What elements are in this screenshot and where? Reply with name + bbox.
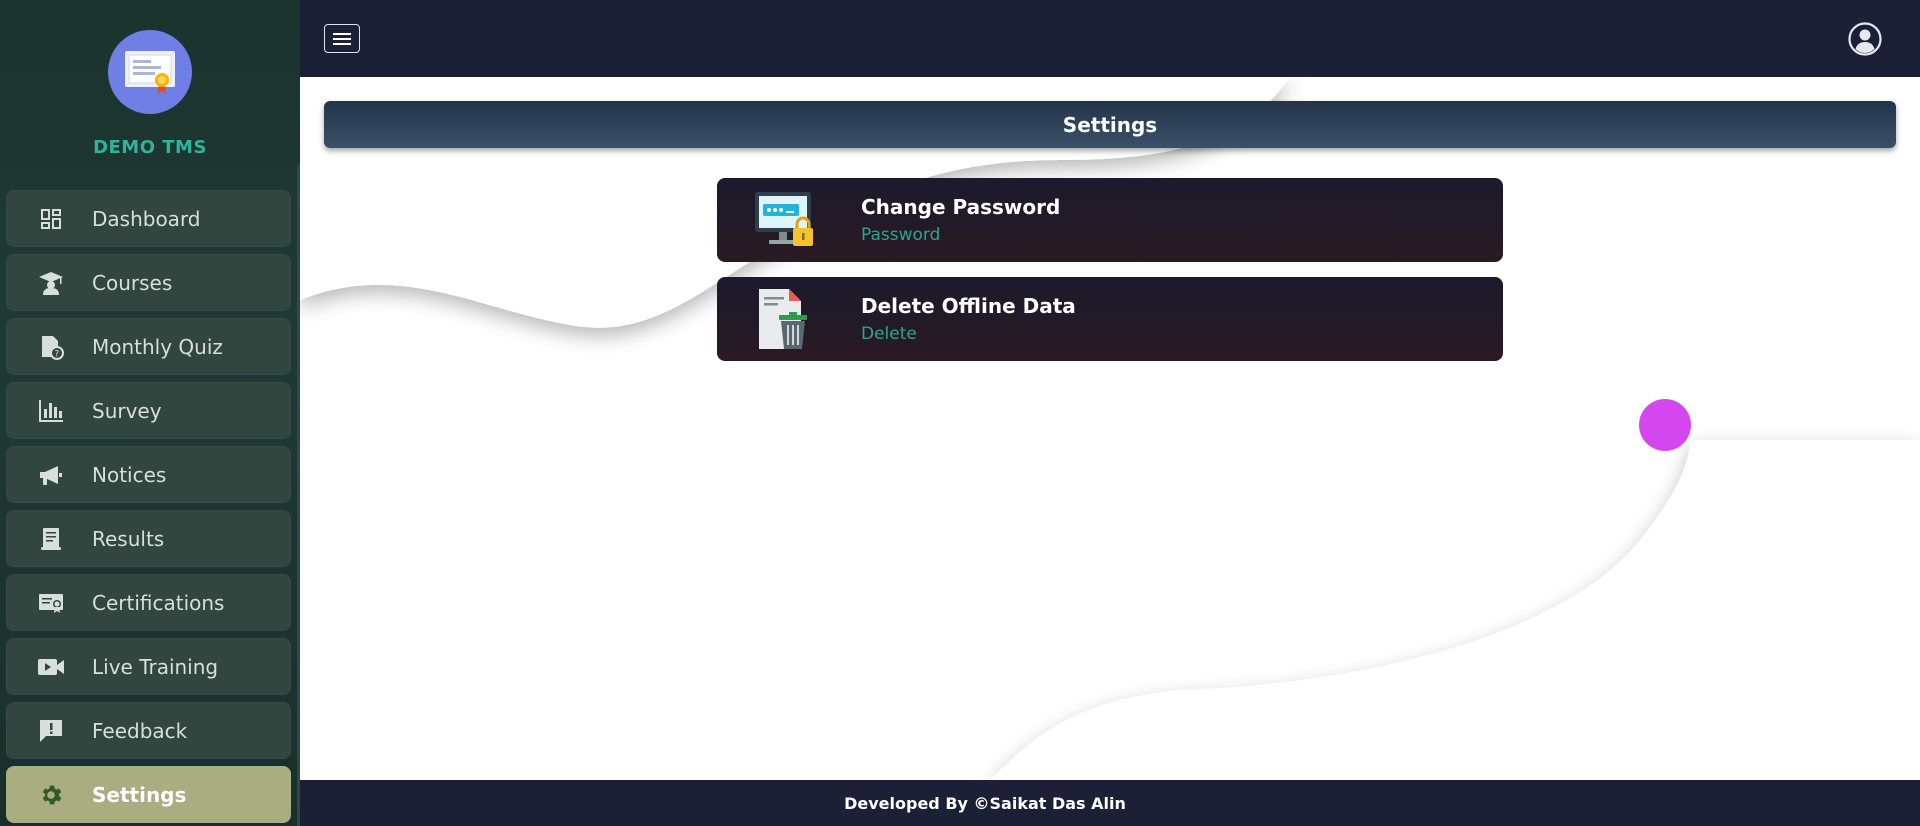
change-password-card[interactable]: Change Password Password xyxy=(717,178,1503,262)
page-title: Settings xyxy=(324,101,1896,148)
sidebar-item-courses[interactable]: Courses xyxy=(6,254,291,311)
feedback-icon xyxy=(6,718,92,744)
sidebar-item-notices[interactable]: Notices xyxy=(6,446,291,503)
sidebar-item-settings[interactable]: Settings xyxy=(6,766,291,823)
svg-text:?: ? xyxy=(55,349,60,359)
hamburger-menu-button[interactable] xyxy=(324,24,360,53)
sidebar-nav: Dashboard Courses ? Monthly Quiz Survey … xyxy=(6,190,291,826)
graduation-icon xyxy=(6,270,92,296)
sidebar-item-label: Certifications xyxy=(92,590,225,615)
monitor-lock-icon xyxy=(717,190,849,250)
certificate-icon xyxy=(125,51,175,94)
sidebar-item-label: Live Training xyxy=(92,654,219,679)
certificate-card-icon xyxy=(6,591,92,615)
sidebar-item-certifications[interactable]: Certifications xyxy=(6,574,291,631)
top-navbar xyxy=(300,0,1920,77)
sidebar-item-live-training[interactable]: Live Training xyxy=(6,638,291,695)
sidebar-item-label: Monthly Quiz xyxy=(92,334,223,359)
brand-logo xyxy=(108,30,192,114)
sidebar-item-results[interactable]: Results xyxy=(6,510,291,567)
user-circle-icon[interactable] xyxy=(1848,22,1882,56)
delete-offline-data-card[interactable]: Delete Offline Data Delete xyxy=(717,277,1503,361)
card-title: Change Password xyxy=(861,195,1061,219)
card-title: Delete Offline Data xyxy=(861,294,1076,318)
sidebar-item-label: Courses xyxy=(92,270,173,295)
sidebar-item-survey[interactable]: Survey xyxy=(6,382,291,439)
megaphone-icon xyxy=(6,463,92,487)
sidebar-item-label: Feedback xyxy=(92,718,188,743)
sidebar-item-label: Settings xyxy=(92,782,187,807)
dashboard-icon xyxy=(6,207,92,231)
bar-chart-icon xyxy=(6,399,92,423)
sidebar-item-dashboard[interactable]: Dashboard xyxy=(6,190,291,247)
sidebar-item-feedback[interactable]: Feedback xyxy=(6,702,291,759)
sidebar: DEMO TMS Dashboard Courses ? Monthly Qui… xyxy=(0,0,300,826)
gear-icon xyxy=(6,782,92,808)
hamburger-icon xyxy=(333,32,351,35)
brand-name: DEMO TMS xyxy=(93,137,207,158)
trash-document-icon xyxy=(717,287,849,351)
sidebar-item-label: Results xyxy=(92,526,165,551)
footer: Developed By ©Saikat Das Alin xyxy=(300,780,1920,826)
sidebar-item-monthly-quiz[interactable]: ? Monthly Quiz xyxy=(6,318,291,375)
quiz-file-icon: ? xyxy=(6,334,92,360)
sidebar-item-label: Notices xyxy=(92,462,167,487)
floating-accent-dot xyxy=(1639,399,1691,451)
scroll-icon xyxy=(6,526,92,552)
sidebar-item-label: Survey xyxy=(92,398,162,423)
footer-credit: Developed By ©Saikat Das Alin xyxy=(844,793,1126,813)
video-camera-icon xyxy=(6,656,92,678)
card-subtitle: Delete xyxy=(861,324,917,344)
card-subtitle: Password xyxy=(861,225,941,245)
sidebar-item-label: Dashboard xyxy=(92,206,201,231)
sidebar-scrollbar[interactable] xyxy=(297,165,300,826)
